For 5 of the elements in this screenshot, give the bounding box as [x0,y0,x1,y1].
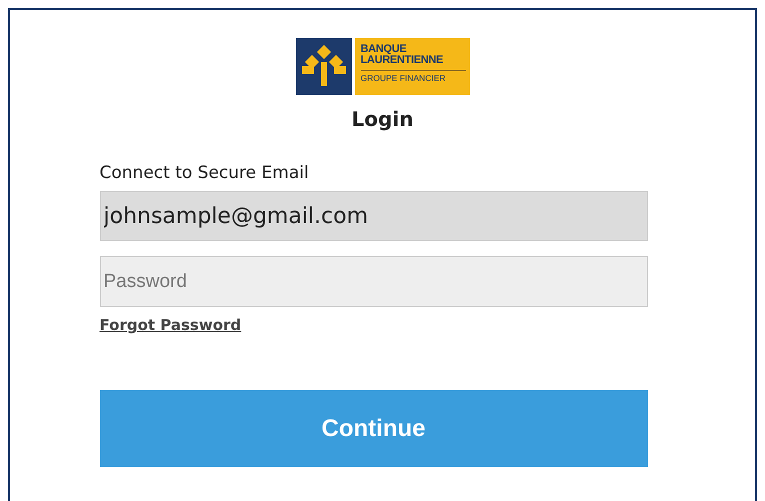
logo-wordmark: BANQUE LAURENTIENNE GROUPE FINANCIER [354,38,470,95]
form-subtitle: Connect to Secure Email [100,162,309,184]
login-title: Login [352,107,414,131]
forgot-password-link[interactable]: Forgot Password [100,316,242,334]
password-field[interactable]: Password [100,256,648,307]
